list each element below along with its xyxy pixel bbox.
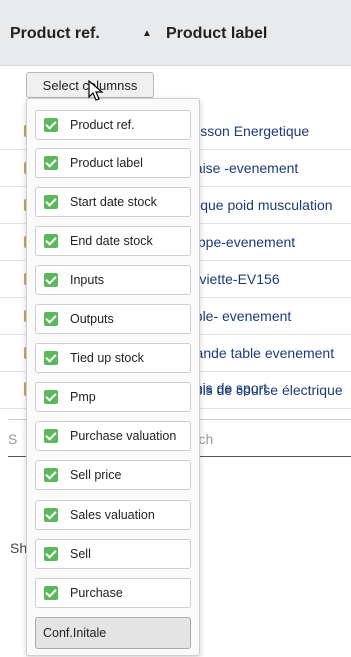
column-option-end-date-stock[interactable]: End date stock <box>35 226 191 256</box>
column-option-start-date-stock[interactable]: Start date stock <box>35 187 191 217</box>
checkbox-checked-icon[interactable] <box>44 429 58 443</box>
column-option-purchase[interactable]: Purchase <box>35 578 191 608</box>
column-option-sell[interactable]: Sell <box>35 539 191 569</box>
checkbox-checked-icon[interactable] <box>44 156 58 170</box>
column-selector-dropdown: Product ref. Product label Start date st… <box>26 98 200 656</box>
column-header-product-ref[interactable]: Product ref. <box>10 25 100 43</box>
column-option-product-ref[interactable]: Product ref. <box>35 110 191 140</box>
mouse-cursor-icon <box>88 80 104 101</box>
column-option-outputs[interactable]: Outputs <box>35 304 191 334</box>
checkbox-checked-icon[interactable] <box>44 547 58 561</box>
table-header: Product ref. ▲ Product label <box>0 0 351 66</box>
checkbox-checked-icon[interactable] <box>44 273 58 287</box>
column-header-product-label[interactable]: Product label <box>166 25 267 43</box>
checkbox-checked-icon[interactable] <box>44 234 58 248</box>
product-label-cell[interactable]: Disque poid musculation <box>180 197 333 213</box>
column-option-pmp[interactable]: Pmp <box>35 382 191 412</box>
checkbox-checked-icon[interactable] <box>44 586 58 600</box>
checkbox-checked-icon[interactable] <box>44 468 58 482</box>
column-option-tied-up-stock[interactable]: Tied up stock <box>35 343 191 373</box>
column-option-purchase-valuation[interactable]: Purchase valuation <box>35 421 191 451</box>
column-option-inputs[interactable]: Inputs <box>35 265 191 295</box>
sort-asc-icon[interactable]: ▲ <box>142 28 152 39</box>
product-label-cell[interactable]: Grande table evenement <box>180 345 334 361</box>
checkbox-checked-icon[interactable] <box>44 390 58 404</box>
search-placeholder: S <box>8 431 18 447</box>
column-option-sales-valuation[interactable]: Sales valuation <box>35 500 191 530</box>
checkbox-checked-icon[interactable] <box>44 312 58 326</box>
column-option-sell-price[interactable]: Sell price <box>35 460 191 490</box>
checkbox-checked-icon[interactable] <box>44 351 58 365</box>
checkbox-checked-icon[interactable] <box>44 508 58 522</box>
checkbox-checked-icon[interactable] <box>44 195 58 209</box>
reset-columns-button[interactable]: Conf.Initale <box>35 617 191 649</box>
column-option-product-label[interactable]: Product label <box>35 148 191 178</box>
checkbox-checked-icon[interactable] <box>44 118 58 132</box>
